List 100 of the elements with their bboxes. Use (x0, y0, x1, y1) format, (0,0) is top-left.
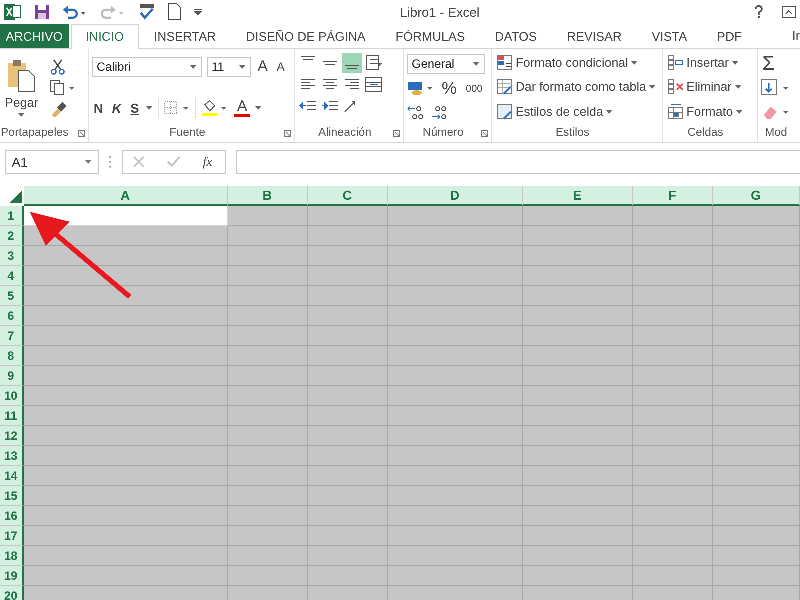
row-header[interactable]: 20 (0, 586, 24, 600)
fill-down-icon[interactable] (760, 79, 791, 98)
ribbon-tab[interactable]: FÓRMULAS (380, 24, 480, 48)
row-header[interactable]: 13 (0, 446, 24, 466)
sheet-cell[interactable] (388, 566, 523, 586)
row-header[interactable]: 19 (0, 566, 24, 586)
sheet-cell[interactable] (633, 546, 713, 566)
sheet-cell[interactable] (228, 306, 308, 326)
sheet-cell[interactable] (228, 326, 308, 346)
ribbon-tab[interactable]: INICIO (70, 24, 140, 49)
sheet-cell[interactable] (308, 546, 388, 566)
sheet-cell[interactable] (228, 346, 308, 366)
new-document-icon[interactable] (168, 3, 182, 21)
sheet-cell[interactable] (228, 366, 308, 386)
sheet-cell[interactable] (24, 346, 228, 366)
sheet-cell[interactable] (523, 426, 633, 446)
sheet-cell[interactable] (713, 486, 800, 506)
sheet-cell[interactable] (523, 546, 633, 566)
row-header[interactable]: 15 (0, 486, 24, 506)
save-icon[interactable] (34, 4, 50, 20)
sheet-cell[interactable] (523, 306, 633, 326)
sheet-cell[interactable] (633, 246, 713, 266)
sheet-cell[interactable] (228, 506, 308, 526)
sheet-cell[interactable] (388, 486, 523, 506)
sheet-cell[interactable] (24, 446, 228, 466)
sheet-cell[interactable] (24, 246, 228, 266)
sheet-cell[interactable] (713, 406, 800, 426)
redo-icon[interactable] (100, 4, 126, 20)
sheet-cell[interactable] (713, 546, 800, 566)
sheet-cell[interactable] (523, 386, 633, 406)
sheet-cell[interactable] (24, 586, 228, 600)
format-painter-icon[interactable] (50, 100, 68, 116)
cancel-icon[interactable] (133, 156, 145, 168)
ribbon-display-icon[interactable] (782, 6, 796, 18)
sheet-cell[interactable] (713, 586, 800, 600)
ribbon-tab[interactable]: DISEÑO DE PÁGINA (231, 24, 381, 48)
decrease-decimal-icon[interactable] (430, 105, 448, 122)
ribbon-tab[interactable]: ARCHIVO (0, 24, 69, 48)
sheet-cell[interactable] (713, 266, 800, 286)
merge-align-icon[interactable] (364, 75, 384, 95)
sheet-cell[interactable] (713, 206, 800, 226)
sheet-cell[interactable] (24, 506, 228, 526)
cells-menu-button[interactable]: Formato (666, 104, 754, 120)
sheet-cell[interactable] (633, 446, 713, 466)
sheet-cell[interactable] (523, 446, 633, 466)
sheet-cell[interactable] (388, 326, 523, 346)
dialog-launcher-icon[interactable] (392, 130, 400, 137)
sheet-cell[interactable] (523, 266, 633, 286)
spelling-check-icon[interactable] (138, 3, 156, 21)
sheet-cell[interactable] (523, 286, 633, 306)
sheet-cell[interactable] (228, 466, 308, 486)
sheet-cell[interactable] (24, 286, 228, 306)
sheet-cell[interactable] (228, 246, 308, 266)
row-header[interactable]: 7 (0, 326, 24, 346)
sheet-cell[interactable] (308, 526, 388, 546)
sheet-cell[interactable] (633, 366, 713, 386)
sheet-cell[interactable] (523, 346, 633, 366)
sheet-cell[interactable] (523, 566, 633, 586)
ribbon-tab[interactable]: DATOS (480, 24, 552, 48)
sheet-cell[interactable] (308, 286, 388, 306)
sheet-cell[interactable] (713, 386, 800, 406)
sheet-cell[interactable] (228, 406, 308, 426)
cells-menu-button[interactable]: Eliminar (666, 79, 754, 96)
sheet-cell[interactable] (308, 446, 388, 466)
sheet-cell[interactable] (713, 326, 800, 346)
shrink-font-button[interactable]: A (274, 60, 287, 74)
borders-icon[interactable] (164, 101, 190, 116)
sheet-cell[interactable] (24, 546, 228, 566)
row-header[interactable]: 1 (0, 206, 24, 226)
grow-font-button[interactable]: A (256, 58, 270, 76)
sheet-cell[interactable] (633, 306, 713, 326)
column-header[interactable]: D (388, 186, 523, 206)
sheet-cell[interactable] (228, 586, 308, 600)
sheet-cell[interactable] (308, 386, 388, 406)
increase-decimal-icon[interactable] (406, 105, 425, 122)
styles-menu-button[interactable]: Formato condicional (494, 55, 659, 72)
sheet-cell[interactable] (713, 226, 800, 246)
italic-button[interactable]: K (110, 100, 124, 116)
autosum-button[interactable]: Σ (760, 54, 800, 74)
sheet-cell[interactable] (713, 246, 800, 266)
sheet-cell[interactable] (388, 286, 523, 306)
sheet-cell[interactable] (713, 466, 800, 486)
sheet-cell[interactable] (308, 226, 388, 246)
sheet-cell[interactable] (523, 406, 633, 426)
sheet-cell[interactable] (633, 466, 713, 486)
sheet-cell[interactable] (308, 426, 388, 446)
number-format-dropdown[interactable]: General (406, 54, 485, 74)
sheet-cell[interactable] (388, 306, 523, 326)
sheet-cell[interactable] (713, 346, 800, 366)
underline-button[interactable]: S (128, 100, 142, 116)
sheet-cell[interactable] (24, 486, 228, 506)
sheet-cell[interactable] (633, 526, 713, 546)
cells-menu-button[interactable]: Insertar (666, 55, 754, 72)
sheet-cell[interactable] (24, 306, 228, 326)
sheet-cell[interactable] (308, 566, 388, 586)
sheet-cell[interactable] (308, 326, 388, 346)
help-icon[interactable] (754, 5, 764, 19)
dialog-launcher-icon[interactable] (480, 130, 488, 137)
row-header[interactable]: 9 (0, 366, 24, 386)
sheet-cell[interactable] (388, 266, 523, 286)
